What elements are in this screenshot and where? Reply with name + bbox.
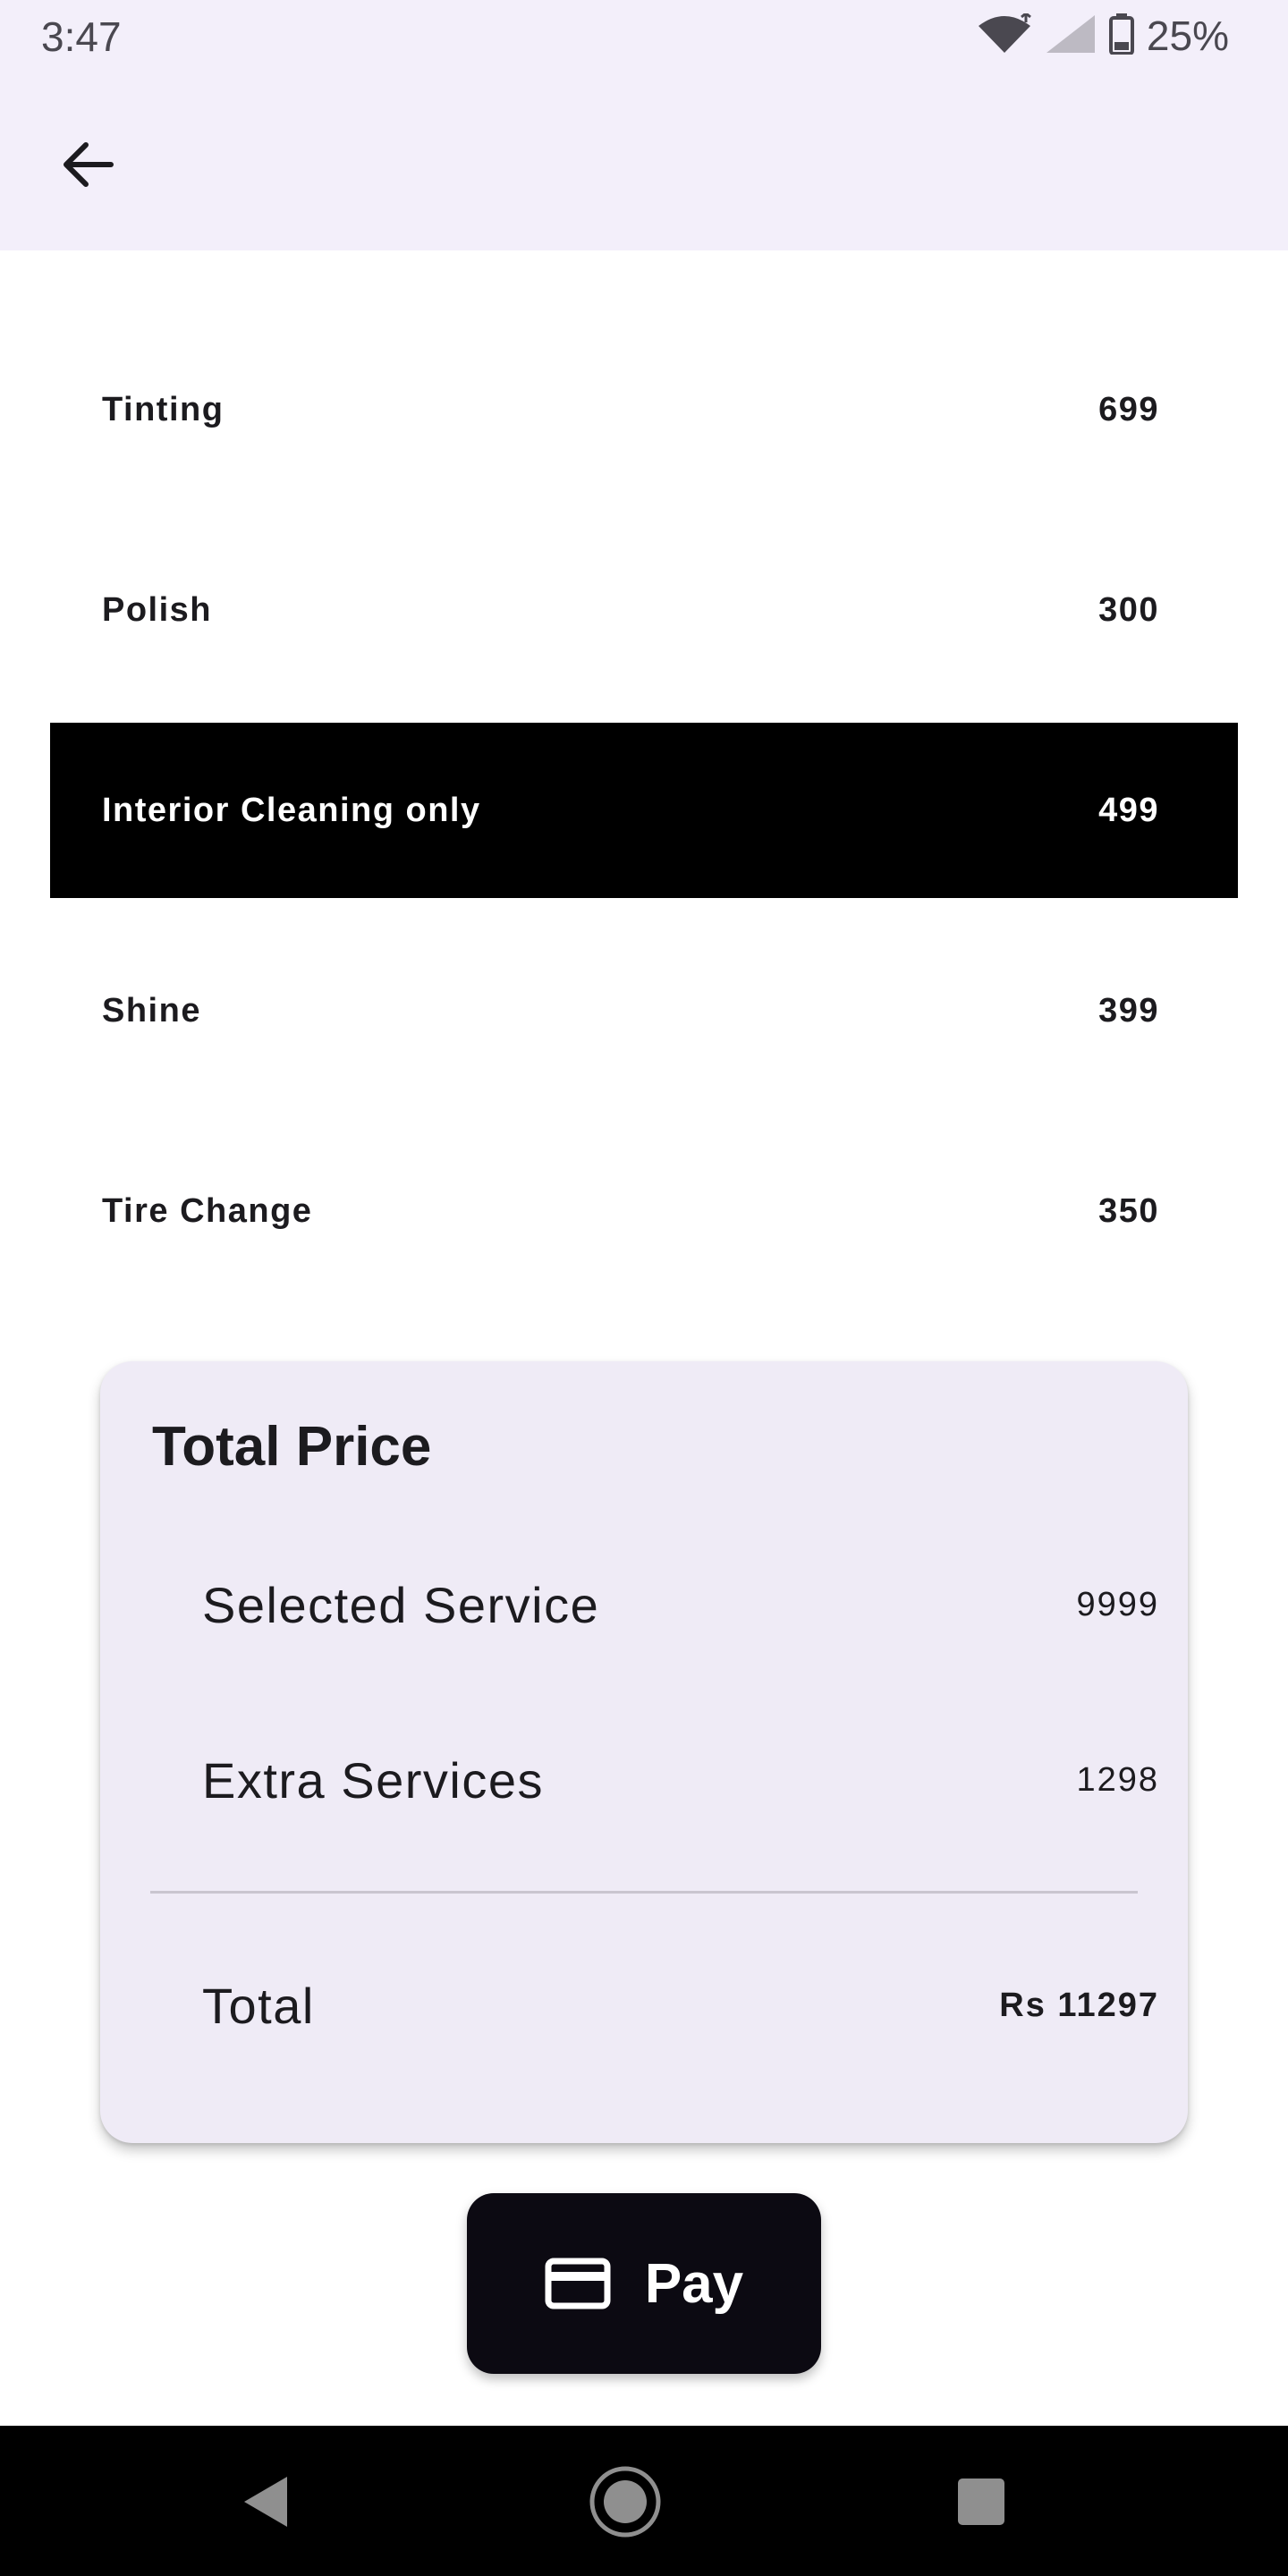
service-row-interior-cleaning[interactable]: Interior Cleaning only 499	[50, 723, 1238, 898]
total-value: Rs 11297	[999, 1987, 1159, 2024]
status-bar: 3:47 25%	[0, 0, 1288, 72]
selected-service-label: Selected Service	[202, 1577, 600, 1633]
signal-icon	[1045, 13, 1097, 59]
total-label: Total	[202, 1978, 315, 2034]
service-name: Tire Change	[102, 1191, 313, 1230]
extra-services-label: Extra Services	[202, 1752, 544, 1809]
system-nav-bar	[0, 2426, 1288, 2576]
status-icons: 25%	[977, 11, 1229, 59]
service-row-tinting[interactable]: Tinting 699	[50, 322, 1238, 497]
service-name: Shine	[102, 991, 201, 1030]
battery-icon	[1108, 13, 1134, 59]
service-price: 399	[1098, 991, 1159, 1030]
nav-back-button[interactable]	[225, 2462, 306, 2542]
nav-recents-button[interactable]	[941, 2462, 1021, 2542]
service-row-shine[interactable]: Shine 399	[50, 923, 1238, 1098]
extra-services-value: 1298	[1076, 1761, 1159, 1799]
app-bar	[0, 72, 1288, 250]
card-title: Total Price	[152, 1416, 432, 1478]
service-price: 699	[1098, 390, 1159, 428]
service-row-tire-change[interactable]: Tire Change 350	[50, 1123, 1238, 1299]
wifi-icon	[977, 11, 1032, 59]
service-price: 350	[1098, 1191, 1159, 1230]
service-row-polish[interactable]: Polish 300	[50, 522, 1238, 698]
service-name: Interior Cleaning only	[102, 791, 481, 829]
back-button[interactable]	[50, 127, 125, 202]
recents-square-icon	[958, 2479, 1004, 2525]
home-circle-icon	[589, 2466, 661, 2538]
service-price: 300	[1098, 590, 1159, 629]
nav-home-button[interactable]	[585, 2462, 665, 2542]
battery-percent: 25%	[1146, 13, 1229, 59]
selected-service-value: 9999	[1076, 1586, 1159, 1623]
back-triangle-icon	[244, 2477, 287, 2527]
service-price: 499	[1098, 791, 1159, 829]
pay-label: Pay	[644, 2252, 744, 2315]
arrow-left-icon	[64, 142, 114, 187]
service-name: Tinting	[102, 390, 225, 428]
service-name: Polish	[102, 590, 213, 629]
selected-service-line: Selected Service 9999	[202, 1576, 1159, 1634]
total-price-card: Total Price Selected Service 9999 Extra …	[100, 1361, 1188, 2143]
extra-services-line: Extra Services 1298	[202, 1751, 1159, 1809]
divider	[150, 1891, 1138, 1894]
total-line: Total Rs 11297	[202, 1977, 1159, 2035]
status-time: 3:47	[41, 13, 122, 60]
pay-button[interactable]: Pay	[467, 2193, 821, 2374]
credit-card-icon	[545, 2258, 611, 2309]
